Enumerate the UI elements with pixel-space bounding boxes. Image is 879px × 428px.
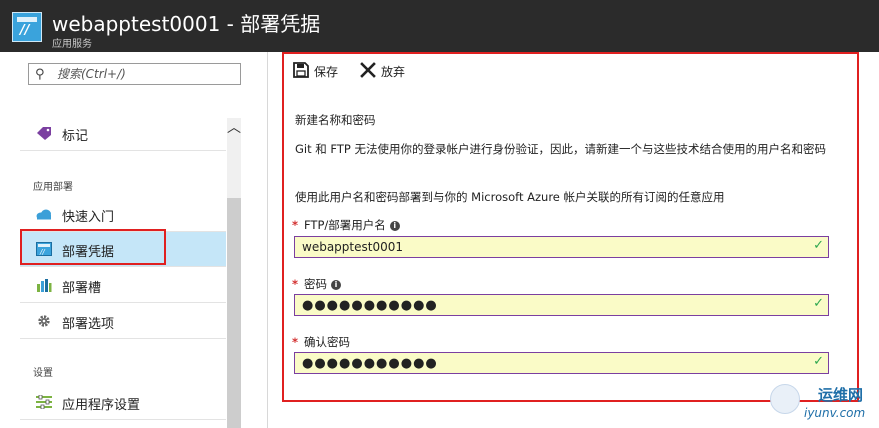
sidebar-item-label: 标记 <box>62 129 89 144</box>
slots-icon <box>37 279 52 292</box>
sidebar-item-deployment-slots[interactable]: 部署槽 <box>20 268 226 303</box>
app-service-icon: // <box>12 12 42 42</box>
search-box[interactable]: ⚲ <box>28 63 241 85</box>
sidebar-item-app-settings[interactable]: 应用程序设置 <box>20 385 226 420</box>
settings-list-icon <box>36 395 52 409</box>
scroll-up-chevron-icon[interactable]: ︿ <box>227 118 241 138</box>
tag-icon <box>37 127 51 140</box>
search-input[interactable] <box>57 65 237 83</box>
gear-icon <box>38 315 50 327</box>
section-label-settings: 设置 <box>33 368 53 379</box>
sidebar-item-label: 部署选项 <box>62 317 115 332</box>
page-title: webapptest0001 - 部署凭据 <box>52 12 321 36</box>
section-label-deployment: 应用部署 <box>33 182 73 193</box>
highlight-box-form <box>282 52 859 402</box>
watermark-url: iyunv.com <box>804 406 866 420</box>
search-icon: ⚲ <box>35 67 45 82</box>
watermark-text: 运维网 <box>818 386 864 404</box>
sidebar-item-label: 部署槽 <box>62 281 102 296</box>
sidebar-item-tags[interactable]: 标记 <box>20 116 226 151</box>
page-subtitle: 应用服务 <box>52 39 92 50</box>
sidebar-item-label: 应用程序设置 <box>62 398 141 413</box>
sidebar-item-label: 快速入门 <box>62 210 115 225</box>
sidebar-item-quickstart[interactable]: 快速入门 <box>20 197 226 232</box>
sidebar-scrollbar-thumb[interactable] <box>227 198 241 428</box>
watermark-logo-icon <box>770 384 800 414</box>
sidebar-item-deployment-options[interactable]: 部署选项 <box>20 304 226 339</box>
cloud-icon <box>36 209 51 220</box>
highlight-box-menu <box>20 229 166 265</box>
